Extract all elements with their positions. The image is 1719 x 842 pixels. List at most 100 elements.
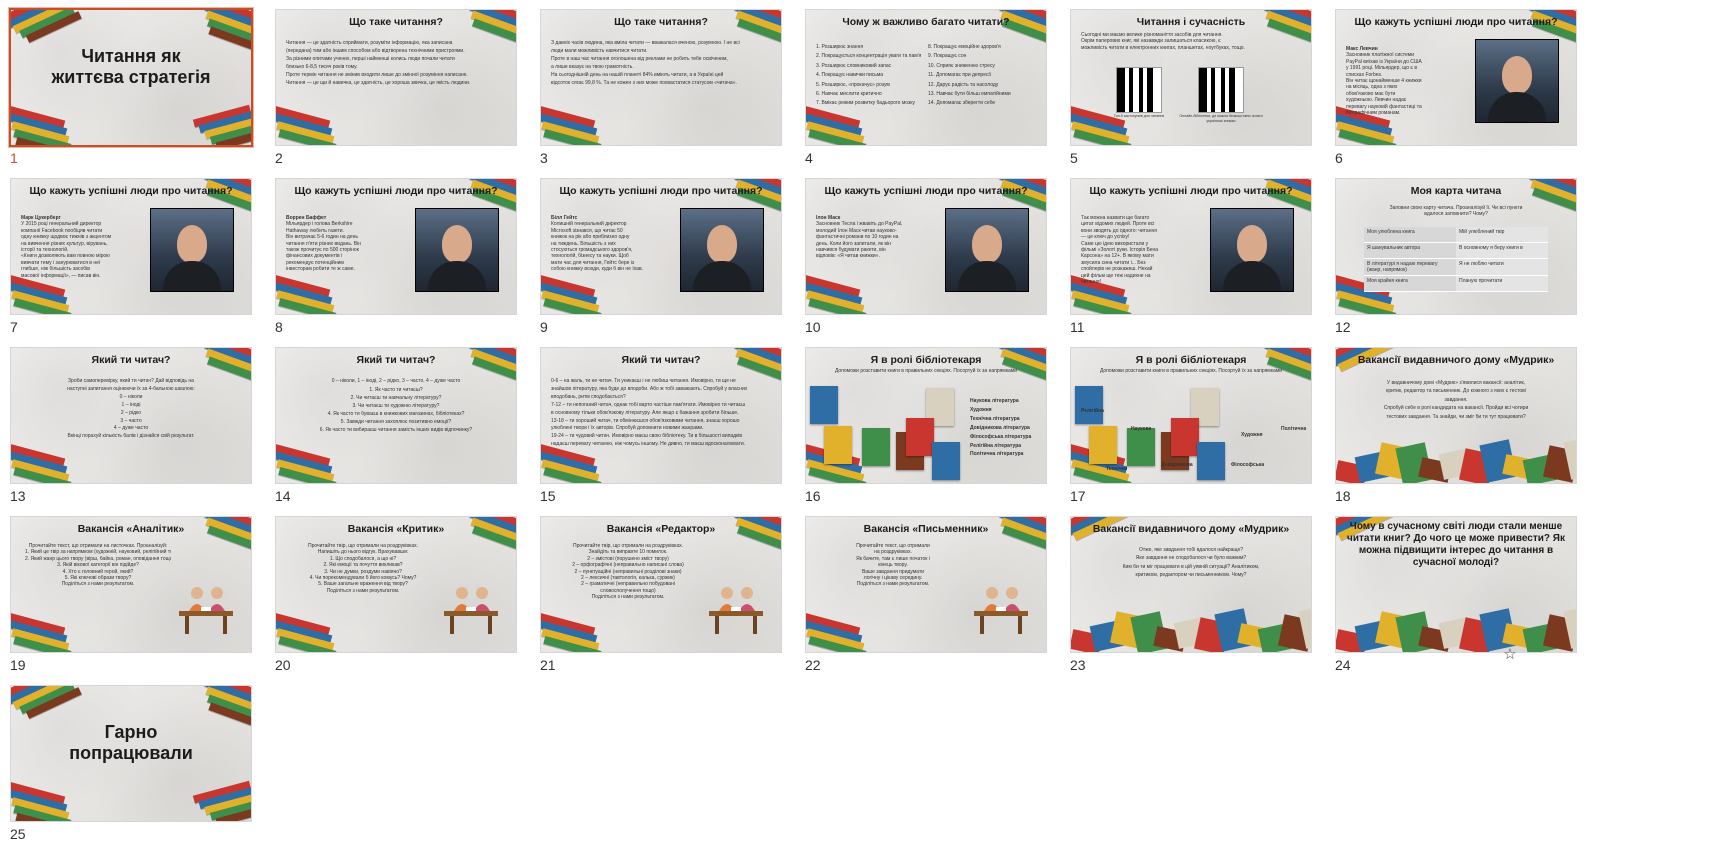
slide-thumbnail-12[interactable]: Моя карта читача Заповни свою карту читач… [1325,169,1590,355]
slide-preview[interactable]: Чому ж важливо багато читати? 1. Розширює… [806,10,1046,145]
section-labels: Наукова література Художня Технічна літера… [970,398,1036,460]
person-photo [681,209,763,291]
slide-preview[interactable]: Що кажуть успішні люди про читання? Марк … [11,179,251,314]
body-line: 4. Як часто ти буваєш в книжкових магази… [327,411,465,418]
slide-preview[interactable]: Який ти читач? 0 – ніколи, 1 – іноді, 2 –… [276,348,516,483]
slide-thumbnail-6[interactable]: Що кажуть успішні люди про читання? Макс … [1325,0,1590,186]
body-line: масової інформації», — писав він. [21,272,101,279]
slide-thumbnail-16[interactable]: Я в ролі бібліотекаря Допоможи розставити… [795,338,1060,524]
section-label: Релігійна [1081,408,1104,414]
section-label: Філософська література [970,433,1032,440]
person-face [442,225,472,263]
body-line: 0 – ніколи [119,393,143,400]
book-cover[interactable] [1127,428,1155,466]
section-label: Довідникова література [970,424,1030,431]
slide-title: Чому ж важливо багато читати? [842,16,1010,28]
slide-preview[interactable]: Читання і сучасність Сьогодні ми маємо ве… [1071,10,1311,145]
slide-preview[interactable]: Вакансії видавничого дому «Мудрик» У вида… [1336,348,1576,483]
slide-thumbnail-7[interactable]: Що кажуть успішні люди про читання? Марк … [0,169,265,355]
slide-title: Я в ролі бібліотекаря [870,354,982,366]
book-cover[interactable] [1197,442,1225,480]
slide-thumbnail-9[interactable]: Що кажуть успішні люди про читання? Білл … [530,169,795,355]
star-icon[interactable]: ☆ [1501,646,1519,664]
slide-preview[interactable]: Читання як життєва стратегія [11,10,251,145]
body-line: Проте в наш час читання оголошена від ре… [551,55,728,62]
slide-thumbnail-15[interactable]: Який ти читач? 0-6 – на жаль, ти не читач… [530,338,795,524]
slide-number: 15 [540,488,556,504]
slide-preview[interactable]: Що таке читання? Читання — це здатність с… [276,10,516,145]
slide-body-text: 0 – ніколи, 1 – іноді, 2 – рідко, 3 – ча… [286,378,506,435]
person-face [707,225,737,263]
slide-preview[interactable]: Що кажуть успішні люди про читання? Ворре… [276,179,516,314]
body-line: 5. Завжди читання захоплює позитивно емо… [340,419,452,426]
table-cell: Мій улюблений твір [1456,227,1548,242]
slide-thumbnail-20[interactable]: Вакансія «Критик» Прочитайте твір, що отр… [265,507,530,693]
slide-thumbnail-14[interactable]: Який ти читач? 0 – ніколи, 1 – іноді, 2 –… [265,338,530,524]
slide-thumbnail-10[interactable]: Що кажуть успішні люди про читання? Ілон … [795,169,1060,355]
body-line: Поділіться з нами результатом. [61,581,135,588]
slide-thumbnail-24[interactable]: Чому в сучасному світі люди стали менше … [1325,507,1590,693]
list-item: 14. Допомагає зберегти себе [928,100,996,107]
slide-preview[interactable]: Що кажуть успішні люди про читання? Макс … [1336,10,1576,145]
slide-thumbnail-5[interactable]: Читання і сучасність Сьогодні ми маємо ве… [1060,0,1325,186]
slide-thumbnail-8[interactable]: Що кажуть успішні люди про читання? Ворре… [265,169,530,355]
slide-thumbnail-11[interactable]: Що кажуть успішні люди про читання? Так м… [1060,169,1325,355]
slide-thumbnail-17[interactable]: Я в ролі бібліотекаря Допоможи розставити… [1060,338,1325,524]
body-line: 1. Який це твір за напрямком (художній, … [25,549,171,556]
slide-preview[interactable]: Який ти читач? 0-6 – на жаль, ти не читач… [541,348,781,483]
slide-preview[interactable]: Що таке читання? З давніх часів людина, я… [541,10,781,145]
slide-thumbnail-13[interactable]: Який ти читач? Зроби самоперевірку, який … [0,338,265,524]
book-cover[interactable] [932,442,960,480]
slide-thumbnail-4[interactable]: Чому ж важливо багато читати? 1. Розширює… [795,0,1060,186]
book-cover[interactable] [862,428,890,466]
slide-thumbnail-18[interactable]: Вакансії видавничого дому «Мудрик» У вида… [1325,338,1590,524]
book-cover[interactable] [1171,418,1199,456]
slide-thumbnail-1[interactable]: Читання як життєва стратегія 1 [0,0,265,186]
book-cover[interactable] [906,418,934,456]
slide-thumbnail-19[interactable]: Вакансія «Аналітик» Прочитайте текст, що … [0,507,265,693]
slide-preview[interactable]: Вакансії видавничого дому «Мудрик» Отже, … [1071,517,1311,652]
slide-preview[interactable]: Що кажуть успішні люди про читання? Так м… [1071,179,1311,314]
book-cover[interactable] [810,386,838,424]
book-cover[interactable] [1089,426,1117,464]
slide-preview[interactable]: Вакансія «Аналітик» Прочитайте текст, що … [11,517,251,652]
slide-preview[interactable]: Вакансія «Редактор» Прочитайте твір, що о… [541,517,781,652]
qr-code-libraries[interactable] [1199,68,1243,112]
slide-preview[interactable]: Моя карта читача Заповни свою карту читач… [1336,179,1576,314]
slide-preview[interactable]: Вакансія «Критик» Прочитайте твір, що отр… [276,517,516,652]
slide-preview[interactable]: Гарно попрацювали [11,686,251,821]
body-line: 2 – орфографічні (неправильно написані с… [572,562,684,569]
table-cell: Я шанувальник автора [1364,243,1456,258]
slide-title: Вакансія «Аналітик» [77,523,185,535]
book-pile-decoration [541,105,602,145]
slide-preview[interactable]: Я в ролі бібліотекаря Допоможи розставити… [1071,348,1311,483]
slide-preview[interactable]: Я в ролі бібліотекаря Допоможи розставити… [806,348,1046,483]
slide-preview[interactable]: Який ти читач? Зроби самоперевірку, який … [11,348,251,483]
slide-thumbnail-25[interactable]: Гарно попрацювали 25 [0,676,265,842]
body-line: а лише вказує на твою грамотність. [551,63,634,70]
list-item: 4. Покращує навички письма [816,72,884,79]
body-line: 3. Чи читаєш ти художню літературу? [352,403,440,410]
body-line: 1. Як часто ти читаєш? [369,387,423,394]
slide-thumbnail-22[interactable]: Вакансія «Письменник» Прочитайте текст, щ… [795,507,1060,693]
slide-body-text: Прочитайте текст, що отримали на роздрукі… [820,543,966,588]
body-line: собою книжку всюди, куди б він не їхав. [551,266,644,273]
list-item: 3. Розширює словниковий запас [816,62,892,69]
slide-preview[interactable]: Вакансія «Письменник» Прочитайте текст, щ… [806,517,1046,652]
slide-preview[interactable]: Чому в сучасному світі люди стали менше … [1336,517,1576,652]
book-cover[interactable] [824,426,852,464]
section-label: Філософська [1231,462,1265,468]
slide-thumbnail-2[interactable]: Що таке читання? Читання — це здатність с… [265,0,530,186]
slide-thumbnail-23[interactable]: Вакансії видавничого дому «Мудрик» Отже, … [1060,507,1325,693]
section-label: Наукова [1131,426,1152,432]
book-cover[interactable] [1075,386,1103,424]
slide-thumbnail-21[interactable]: Вакансія «Редактор» Прочитайте твір, що о… [530,507,795,693]
body-line: Ким би ти міг працювати в цій уявній сит… [1122,563,1260,570]
slide-preview[interactable]: Що кажуть успішні люди про читання? Білл … [541,179,781,314]
slide-thumbnail-3[interactable]: Що таке читання? З давніх часів людина, я… [530,0,795,186]
slide-preview[interactable]: Що кажуть успішні люди про читання? Ілон … [806,179,1046,314]
body-line: можливість читати в електронних книгах, … [1081,44,1245,51]
body-line: Отже, яке завдання тобі вдалося найкраще… [1138,547,1244,553]
left-column-list: 1. Розширює знання 2. Покращується концен… [816,44,921,110]
qr-code-apps[interactable] [1117,68,1161,112]
